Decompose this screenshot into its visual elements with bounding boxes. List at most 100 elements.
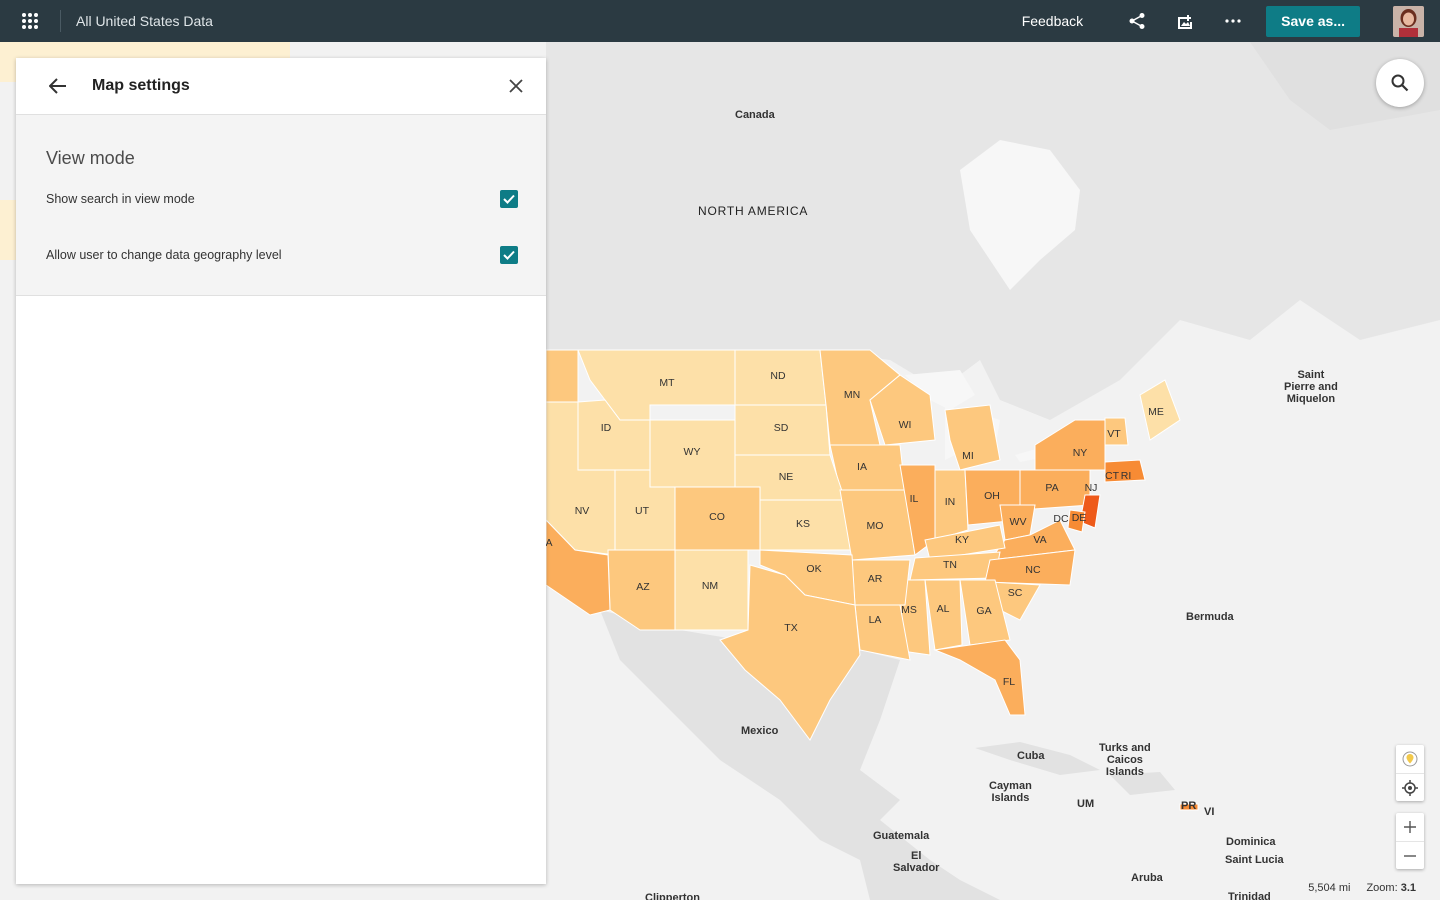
state-label-ia: IA: [857, 461, 867, 473]
map-label-north-america: NORTH AMERICA: [698, 204, 809, 218]
state-label-al: AL: [936, 603, 950, 615]
view-mode-section: View mode Show search in view mode Allow…: [16, 115, 546, 296]
location-controls: [1396, 745, 1424, 801]
map-label-turks: Turks and Caicos Islands: [1099, 742, 1151, 778]
map-label-canada: Canada: [735, 109, 775, 121]
map-label-clipperton: Clipperton: [645, 892, 700, 900]
state-shape-ia: [829, 444, 906, 491]
map-label-el-salvador: El Salvador: [893, 850, 940, 874]
state-label-mt: MT: [659, 377, 675, 389]
state-label-va: VA: [1033, 534, 1047, 546]
state-label-nc: NC: [1025, 564, 1041, 576]
map-label-aruba: Aruba: [1131, 872, 1163, 884]
change-geography-checkbox[interactable]: [500, 246, 518, 264]
state-label-in: IN: [944, 496, 956, 508]
state-label-mo: MO: [866, 520, 884, 532]
map-label-cayman: Cayman Islands: [989, 780, 1032, 804]
checkmark-icon: [503, 194, 515, 204]
state-shape-al: [924, 579, 963, 651]
state-label-wi: WI: [898, 419, 912, 431]
apps-grid-icon[interactable]: [0, 0, 60, 42]
app-title: All United States Data: [76, 13, 213, 29]
state-label-tx: TX: [784, 622, 798, 634]
add-image-icon[interactable]: [1161, 0, 1209, 42]
more-options-icon[interactable]: [1209, 0, 1257, 42]
state-label-de: DE: [1071, 512, 1087, 524]
setting-row-show-search: Show search in view mode: [46, 187, 518, 211]
map-label-mexico: Mexico: [741, 725, 779, 737]
locate-me-icon[interactable]: [1396, 773, 1424, 801]
zoom-in-icon[interactable]: [1396, 813, 1424, 841]
map-label-vi: VI: [1204, 806, 1215, 818]
state-label-nm: NM: [701, 580, 719, 592]
state-label-ri: RI: [1120, 470, 1132, 482]
zoom-controls: [1396, 813, 1424, 869]
state-label-ct: CT: [1105, 470, 1119, 482]
feedback-link[interactable]: Feedback: [1022, 13, 1083, 29]
state-label-nj: NJ: [1084, 482, 1098, 494]
state-label-az: AZ: [636, 581, 650, 593]
state-label-il: IL: [909, 493, 919, 505]
map-label-pr: PR: [1181, 800, 1197, 812]
map-label-saint-pierre: Saint Pierre and Miquelon: [1284, 369, 1338, 405]
map-label-trinidad: Trinidad: [1228, 891, 1271, 900]
state-label-ky: KY: [954, 534, 970, 546]
map-label-dominica: Dominica: [1226, 836, 1276, 848]
map-settings-panel: Map settings View mode Show search in vi…: [16, 58, 546, 884]
state-label-nv: NV: [574, 505, 590, 517]
state-label-wy: WY: [683, 446, 701, 458]
map-label-cuba: Cuba: [1017, 750, 1045, 762]
panel-title: Map settings: [92, 77, 190, 94]
state-label-pa: PA: [1045, 482, 1059, 494]
back-arrow-icon[interactable]: [40, 68, 76, 104]
top-bar: All United States Data Feedback Save as.…: [0, 0, 1440, 42]
setting-label: Show search in view mode: [46, 192, 195, 206]
map-label-bermuda: Bermuda: [1186, 611, 1234, 623]
state-label-nd: ND: [770, 370, 786, 382]
share-icon[interactable]: [1113, 0, 1161, 42]
setting-row-change-geography: Allow user to change data geography leve…: [46, 243, 518, 267]
state-shape-west: [545, 349, 579, 403]
state-label-dc: DC: [1053, 513, 1069, 525]
checkmark-icon: [503, 250, 515, 260]
state-label-ks: KS: [795, 518, 811, 530]
state-label-ga: GA: [976, 605, 992, 617]
zoom-readout: Zoom: 3.1: [1366, 882, 1416, 894]
state-label-ok: OK: [806, 563, 822, 575]
state-label-me: ME: [1148, 406, 1164, 418]
state-label-sc: SC: [1007, 587, 1023, 599]
topbar-divider: [60, 10, 61, 32]
map-label-um: UM: [1077, 798, 1095, 810]
panel-header: Map settings: [16, 58, 546, 115]
state-label-id: ID: [600, 422, 612, 434]
setting-label: Allow user to change data geography leve…: [46, 248, 282, 262]
state-label-mi: MI: [962, 450, 974, 462]
state-label-fl: FL: [1002, 676, 1016, 688]
pin-icon[interactable]: [1396, 745, 1424, 773]
state-label-vt: VT: [1107, 428, 1121, 440]
state-label-sd: SD: [773, 422, 789, 434]
state-label-a: A: [545, 537, 553, 549]
state-label-tn: TN: [943, 559, 957, 571]
state-label-oh: OH: [984, 490, 1000, 502]
map-search-button[interactable]: [1376, 59, 1424, 107]
state-label-ny: NY: [1072, 447, 1088, 459]
user-avatar[interactable]: [1393, 5, 1424, 37]
zoom-out-icon[interactable]: [1396, 841, 1424, 869]
map-label-guatemala: Guatemala: [873, 830, 930, 842]
state-shape-ny: [1034, 419, 1106, 471]
show-search-checkbox[interactable]: [500, 190, 518, 208]
scale-readout: 5,504 mi: [1308, 882, 1351, 894]
state-label-ms: MS: [901, 604, 917, 616]
section-title: View mode: [46, 148, 135, 168]
state-label-ar: AR: [867, 573, 883, 585]
state-label-co: CO: [709, 511, 725, 523]
state-label-mn: MN: [843, 389, 861, 401]
save-as-button[interactable]: Save as...: [1266, 5, 1360, 37]
state-label-ut: UT: [635, 505, 649, 517]
map-label-saint-lucia: Saint Lucia: [1225, 854, 1284, 866]
state-label-la: LA: [868, 614, 882, 626]
state-label-wv: WV: [1009, 516, 1027, 528]
close-icon[interactable]: [500, 70, 532, 102]
map-status-bar: 5,504 mi Zoom: 3.1: [1308, 882, 1416, 894]
